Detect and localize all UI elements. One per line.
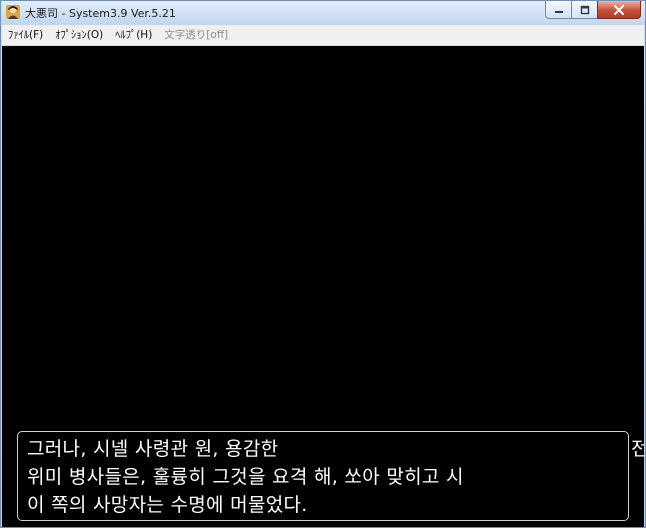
menu-bar: ﾌｧｲﾙ(F) ｵﾌﾟｼｮﾝ(O) ﾍﾙﾌﾟ(H) 文字透り[off]	[2, 25, 644, 46]
message-overflow-char: 전	[631, 438, 644, 460]
minimize-button[interactable]	[545, 1, 571, 19]
menu-help[interactable]: ﾍﾙﾌﾟ(H)	[109, 25, 158, 45]
app-window: 大悪司 - System3.9 Ver.5.21 ﾌｧｲﾙ(F) ｵﾌﾟｼｮﾝ(…	[0, 0, 646, 528]
menu-options[interactable]: ｵﾌﾟｼｮﾝ(O)	[49, 25, 109, 45]
message-line-2: 위미 병사들은, 훌륭히 그것을 요격 해, 쏘아 맞히고 시	[27, 466, 464, 488]
message-line-1: 그러나, 시넬 사령관 원, 용감한	[27, 438, 279, 460]
maximize-icon	[580, 5, 589, 14]
menu-file[interactable]: ﾌｧｲﾙ(F)	[2, 25, 49, 45]
message-line-3: 이 쪽의 사망자는 수명에 머물었다.	[27, 494, 308, 516]
app-icon[interactable]	[5, 4, 21, 20]
menu-text-transparency[interactable]: 文字透り[off]	[158, 25, 234, 45]
game-screen[interactable]: 그러나, 시넬 사령관 원, 용감한 위미 병사들은, 훌륭히 그것을 요격 해…	[2, 46, 644, 527]
close-icon	[614, 4, 624, 15]
maximize-button[interactable]	[571, 1, 597, 19]
title-bar[interactable]: 大悪司 - System3.9 Ver.5.21	[1, 1, 645, 25]
window-title: 大悪司 - System3.9 Ver.5.21	[25, 7, 176, 20]
close-button[interactable]	[597, 1, 641, 19]
window-controls	[545, 1, 641, 19]
minimize-icon	[554, 10, 563, 13]
